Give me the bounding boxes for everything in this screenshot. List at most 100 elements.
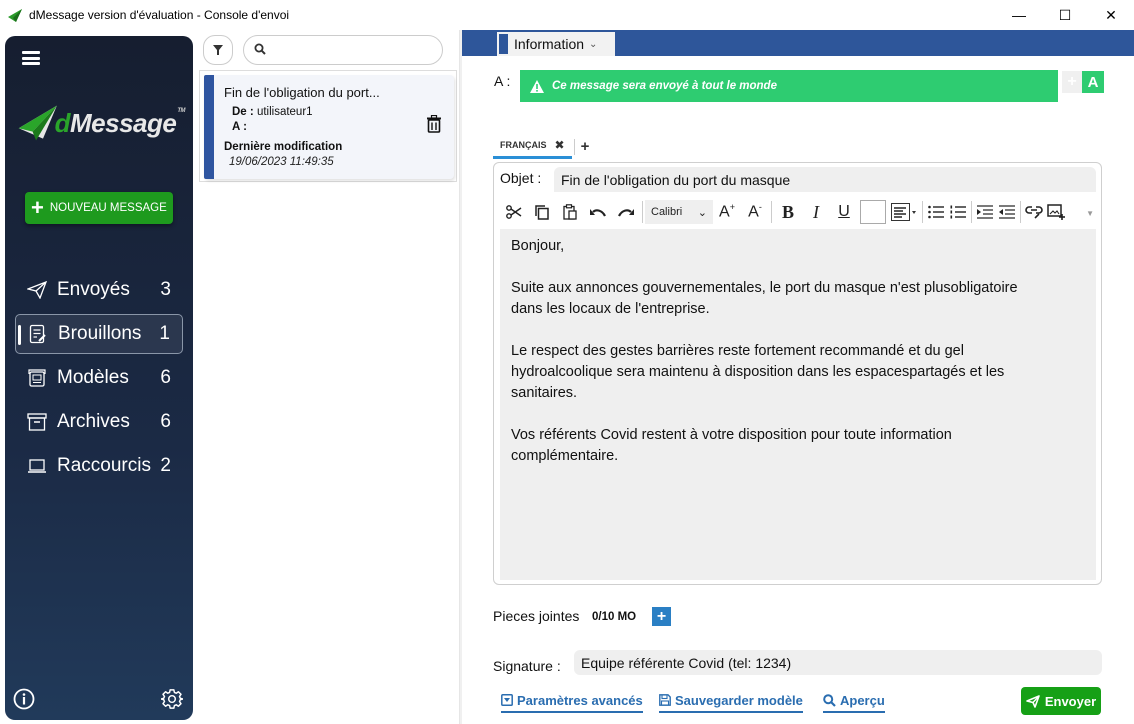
- modified-date: 19/06/2023 11:49:35: [229, 156, 334, 168]
- attachments-label: Pieces jointes: [493, 608, 580, 624]
- subject-input[interactable]: [554, 167, 1096, 192]
- align-dropdown[interactable]: [888, 199, 920, 225]
- text-color-picker[interactable]: [860, 200, 886, 224]
- insert-image-button[interactable]: [1045, 199, 1067, 225]
- sidebar-item-count: 2: [160, 455, 171, 476]
- underline-button[interactable]: U: [830, 199, 858, 225]
- menu-icon[interactable]: [22, 51, 40, 65]
- maximize-button[interactable]: ☐: [1042, 0, 1088, 30]
- add-language-button[interactable]: +: [577, 138, 594, 155]
- sidebar: dMessageTM + NOUVEAU MESSAGE Envoyés 3 B…: [5, 36, 193, 720]
- save-template-button[interactable]: Sauvegarder modèle: [659, 691, 803, 713]
- advanced-settings-button[interactable]: Paramètres avancés: [501, 691, 643, 713]
- paste-icon: [563, 204, 577, 220]
- tab-francais[interactable]: FRANÇAIS ✖: [493, 134, 572, 159]
- close-button[interactable]: ✕: [1088, 0, 1134, 30]
- copy-button[interactable]: [528, 199, 556, 225]
- toolbar-separator: [922, 201, 923, 223]
- archive-icon: [26, 413, 48, 431]
- send-label: Envoyer: [1044, 693, 1097, 709]
- font-select[interactable]: Calibri ⌄: [645, 200, 713, 224]
- bullet-list-icon: [928, 205, 944, 219]
- save-template-label: Sauvegarder modèle: [675, 692, 803, 708]
- toolbar-separator: [771, 201, 772, 223]
- draft-icon: [27, 324, 49, 344]
- numbered-list-icon: [950, 205, 966, 219]
- undo-button[interactable]: [584, 199, 612, 225]
- message-list: Fin de l'obligation du port... De : util…: [199, 70, 457, 182]
- scissors-icon: [506, 205, 522, 219]
- address-book-button[interactable]: A: [1082, 71, 1104, 93]
- font-increase-icon: A+: [719, 202, 735, 221]
- increase-font-button[interactable]: A+: [713, 199, 741, 225]
- filter-icon: [213, 45, 223, 55]
- app-logo-icon: [8, 9, 22, 22]
- sidebar-item-label: Modèles: [57, 367, 129, 388]
- laptop-icon: [26, 458, 48, 474]
- bold-icon: B: [781, 201, 794, 222]
- underline-icon: U: [838, 203, 850, 220]
- search-icon: [254, 43, 266, 55]
- paste-button[interactable]: [556, 199, 584, 225]
- logo-d: d: [54, 107, 71, 138]
- dmessage-logo: dMessageTM: [17, 98, 185, 148]
- sidebar-item-raccourcis[interactable]: Raccourcis 2: [15, 446, 183, 486]
- redo-button[interactable]: [612, 199, 640, 225]
- advanced-settings-label: Paramètres avancés: [517, 692, 643, 708]
- sidebar-item-brouillons[interactable]: Brouillons 1: [15, 314, 183, 354]
- sidebar-item-archives[interactable]: Archives 6: [15, 402, 183, 442]
- numbered-list-button[interactable]: [947, 199, 969, 225]
- decrease-font-button[interactable]: A-: [741, 199, 769, 225]
- subject-label: Objet :: [500, 170, 542, 186]
- category-label: Information: [514, 36, 585, 52]
- minimize-button[interactable]: —: [996, 0, 1042, 30]
- recipients-field[interactable]: Ce message sera envoyé à tout le monde: [520, 70, 1058, 102]
- redo-icon: [618, 209, 634, 217]
- message-body-editor[interactable]: Bonjour, Suite aux annonces gouvernement…: [500, 229, 1096, 580]
- sidebar-item-envoyes[interactable]: Envoyés 3: [15, 270, 183, 310]
- insert-image-icon: [1047, 204, 1065, 220]
- search-box[interactable]: [243, 35, 443, 65]
- search-input[interactable]: [272, 40, 432, 60]
- category-dropdown[interactable]: Information ⌄: [497, 32, 615, 56]
- search-icon: [823, 693, 836, 707]
- cut-button[interactable]: [500, 199, 528, 225]
- tab-separator: [573, 138, 575, 155]
- filter-button[interactable]: [203, 35, 233, 65]
- list-item[interactable]: Fin de l'obligation du port... De : util…: [204, 75, 454, 179]
- bold-button[interactable]: B: [774, 199, 802, 225]
- message-from: De : utilisateur1: [232, 106, 313, 118]
- gear-icon[interactable]: [161, 688, 183, 710]
- italic-button[interactable]: I: [802, 199, 830, 225]
- sidebar-item-label: Raccourcis: [57, 455, 151, 476]
- bullet-list-button[interactable]: [925, 199, 947, 225]
- insert-link-button[interactable]: [1023, 199, 1045, 225]
- message-to: A :: [232, 121, 247, 133]
- add-recipient-button[interactable]: +: [1062, 71, 1082, 93]
- send-button[interactable]: Envoyer: [1021, 687, 1101, 715]
- new-message-button[interactable]: + NOUVEAU MESSAGE: [25, 192, 173, 224]
- sidebar-item-modeles[interactable]: Modèles 6: [15, 358, 183, 398]
- toolbar-separator: [1020, 201, 1021, 223]
- broadcast-notice: Ce message sera envoyé à tout le monde: [552, 80, 777, 92]
- signature-input[interactable]: [574, 650, 1102, 675]
- attachments-size: 0/10 MO: [592, 611, 637, 623]
- trash-icon[interactable]: [426, 115, 442, 133]
- toolbar-separator: [642, 201, 643, 223]
- chevron-down-icon: ⌄: [697, 206, 707, 219]
- preview-button[interactable]: Aperçu: [823, 691, 885, 713]
- sidebar-item-count: 6: [160, 367, 171, 388]
- window-title: dMessage version d'évaluation - Console …: [29, 8, 290, 22]
- info-icon[interactable]: [13, 688, 35, 710]
- font-value: Calibri: [651, 206, 683, 218]
- warning-icon: [530, 79, 544, 93]
- sidebar-nav: Envoyés 3 Brouillons 1 Modèles 6 Archive…: [15, 270, 183, 490]
- save-icon: [659, 694, 671, 706]
- add-attachment-button[interactable]: +: [652, 607, 671, 626]
- indent-button[interactable]: [974, 199, 996, 225]
- close-tab-icon[interactable]: ✖: [555, 138, 565, 152]
- outdent-button[interactable]: [996, 199, 1018, 225]
- font-decrease-icon: A-: [748, 202, 762, 221]
- toolbar-overflow-icon[interactable]: ▼: [1086, 209, 1094, 218]
- preview-label: Aperçu: [840, 692, 885, 708]
